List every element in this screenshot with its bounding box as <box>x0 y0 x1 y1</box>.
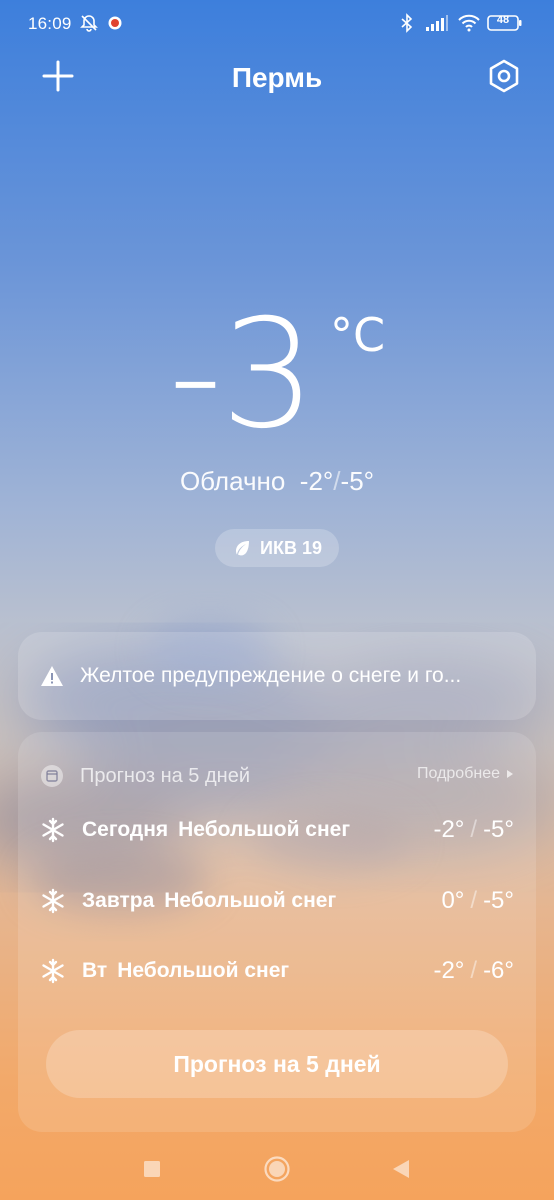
header: Пермь <box>0 48 554 108</box>
day-condition: Небольшой снег <box>178 818 351 841</box>
temp-separator: / <box>333 466 341 496</box>
square-icon <box>144 1161 160 1177</box>
day-label: Завтра <box>82 889 155 912</box>
day-low: -6° <box>483 957 514 984</box>
more-link-label: Подробнее <box>417 765 500 782</box>
day-high: -2° <box>433 816 465 843</box>
day-temps: -2° / -5° <box>433 816 514 844</box>
bell-off-icon <box>78 12 100 34</box>
day-separator: / <box>470 957 478 984</box>
day-low: -5° <box>483 887 514 914</box>
snowflake-icon <box>42 958 64 984</box>
battery-icon: 48 <box>487 12 523 34</box>
day-condition: Небольшой снег <box>164 889 337 912</box>
signal-icon <box>424 12 450 34</box>
back-button[interactable] <box>386 1154 416 1184</box>
calendar-icon <box>41 765 63 787</box>
five-day-forecast-button[interactable]: Прогноз на 5 дней <box>46 1030 508 1098</box>
forecast-header: Прогноз на 5 дней Подробнее <box>40 762 514 790</box>
city-title: Пермь <box>231 62 323 93</box>
weather-warning-card[interactable]: Желтое предупреждение о снеге и го... <box>18 632 536 720</box>
forecast-card: Прогноз на 5 дней Подробнее Сегодня Небо… <box>18 732 536 1132</box>
snowflake-icon <box>42 888 64 914</box>
warning-text: Желтое предупреждение о снеге и го... <box>80 664 462 687</box>
settings-button[interactable] <box>482 54 526 98</box>
forecast-day-row[interactable]: Вт Небольшой снег -2° / -6° <box>40 953 514 989</box>
leaf-icon <box>236 541 250 556</box>
day-low: -5° <box>483 816 514 843</box>
aqi-badge[interactable]: ИКВ 19 <box>215 529 339 567</box>
condition-line: Облачно -2°/-5° <box>0 466 554 497</box>
day-separator: / <box>470 816 478 843</box>
snowflake-icon <box>42 817 64 843</box>
day-temps: 0° / -5° <box>441 887 514 915</box>
day-label: Вт <box>82 959 108 982</box>
day-high: -2° <box>433 957 465 984</box>
record-icon <box>104 12 126 34</box>
forecast-title: Прогноз на 5 дней <box>80 764 250 787</box>
today-low: -5° <box>340 466 375 496</box>
temperature-unit: °C <box>330 308 386 362</box>
settings-hexagon-icon <box>489 59 519 93</box>
day-label: Сегодня <box>82 818 169 841</box>
aqi-text: ИКВ 19 <box>260 537 322 558</box>
condition-text: Облачно <box>179 466 286 496</box>
day-high: 0° <box>441 887 465 914</box>
recents-button[interactable] <box>137 1154 167 1184</box>
triangle-left-icon <box>393 1160 409 1178</box>
day-temps: -2° / -6° <box>433 957 514 985</box>
home-button[interactable] <box>262 1154 292 1184</box>
temperature-value: -3 <box>168 288 316 462</box>
current-temperature: -3 °C <box>0 290 554 460</box>
today-high: -2° <box>299 466 334 496</box>
battery-level: 48 <box>496 14 510 26</box>
warning-icon <box>41 666 63 686</box>
wifi-icon <box>456 12 482 34</box>
bluetooth-icon <box>396 12 418 34</box>
forecast-day-row[interactable]: Сегодня Небольшой снег -2° / -5° <box>40 812 514 848</box>
day-separator: / <box>470 887 478 914</box>
circle-icon <box>264 1156 290 1182</box>
system-nav-bar <box>0 1140 554 1200</box>
status-bar: 16:09 48 <box>0 0 554 48</box>
triangle-right-icon <box>507 770 513 778</box>
status-time: 16:09 <box>28 14 72 33</box>
more-link[interactable]: Подробнее <box>417 765 514 783</box>
day-condition: Небольшой снег <box>117 959 290 982</box>
forecast-day-row[interactable]: Завтра Небольшой снег 0° / -5° <box>40 883 514 919</box>
